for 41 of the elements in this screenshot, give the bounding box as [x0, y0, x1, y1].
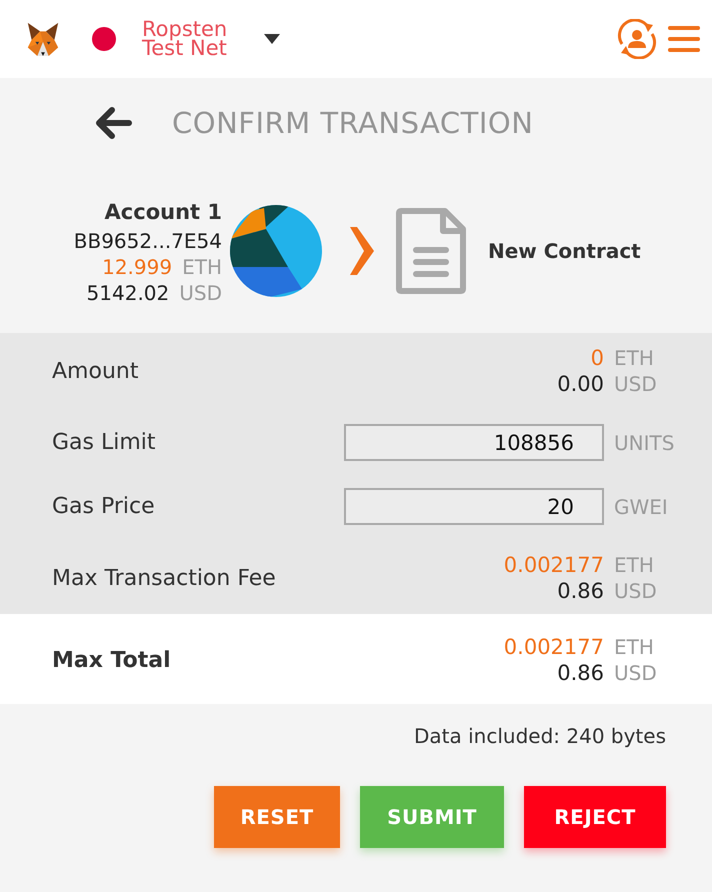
eth-amount: 0.002177 [504, 552, 604, 578]
eth-unit: ETH [614, 552, 655, 578]
detail-label: Gas Limit [52, 430, 156, 455]
field-unit: UNITS [614, 430, 676, 456]
fiat-unit: USD [614, 578, 658, 604]
account-name: Account 1 [104, 198, 222, 226]
balance-fiat-amount: 5142.02 [86, 280, 170, 306]
menu-icon[interactable] [668, 26, 700, 52]
fiat-unit: USD [614, 371, 658, 397]
eth-amount: 0 [590, 345, 604, 371]
detail-label: Amount [52, 358, 138, 384]
eth-unit: ETH [614, 345, 655, 371]
document-icon [395, 206, 467, 294]
detail-label: Max Transaction Fee [52, 566, 276, 590]
field-unit: GWEI [614, 494, 669, 520]
balance-unit: ETH [182, 254, 222, 280]
eth-amount: 0.002177 [504, 634, 604, 660]
data-size-note: Data included: 240 bytes [414, 723, 666, 750]
reject-button[interactable]: REJECT [524, 786, 666, 848]
fiat-amount: 0.00 [557, 371, 604, 397]
fiat-amount: 0.86 [557, 660, 604, 686]
page-title: CONFIRM TRANSACTION [172, 106, 534, 140]
detail-label: Gas Price [52, 494, 155, 519]
eth-unit: ETH [614, 634, 655, 660]
fiat-unit: USD [614, 660, 658, 686]
account-switch-icon[interactable] [617, 19, 657, 59]
chevron-right-icon [350, 226, 374, 274]
submit-button[interactable]: SUBMIT [360, 786, 504, 848]
balance-fiat-unit: USD [179, 280, 222, 306]
network-dot-icon [92, 27, 116, 51]
back-arrow-icon[interactable] [96, 107, 132, 139]
balance-amount: 12.999 [102, 254, 172, 280]
number-field[interactable]: 108856 [344, 424, 604, 461]
reset-button[interactable]: RESET [214, 786, 340, 848]
network-name[interactable]: Ropsten Test Net [142, 20, 254, 58]
number-field[interactable]: 20 [344, 488, 604, 525]
caret-down-icon[interactable] [264, 34, 280, 44]
account-address: BB9652...7E54 [74, 228, 222, 254]
recipient-name: New Contract [488, 238, 641, 262]
fiat-amount: 0.86 [557, 578, 604, 604]
total-label: Max Total [52, 648, 171, 672]
